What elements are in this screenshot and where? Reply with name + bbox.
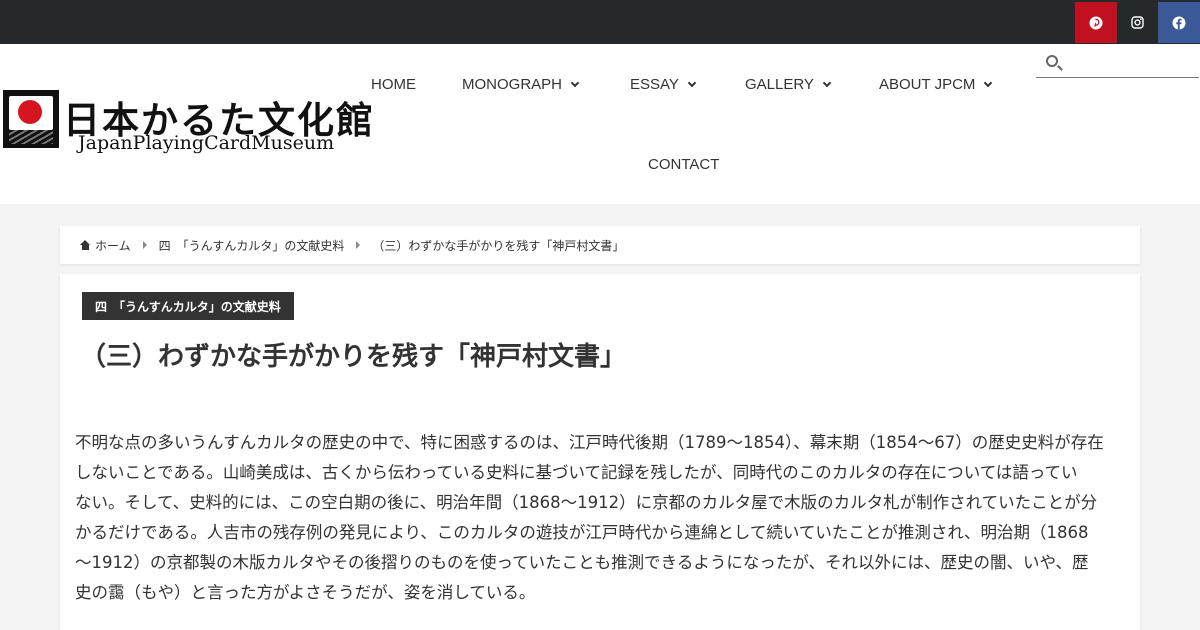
search-icon[interactable] bbox=[1046, 55, 1058, 67]
nav-monograph-label: MONOGRAPH bbox=[462, 76, 563, 93]
body-line: 史の靄（もや）と言った方がよさそうだが、姿を消している。 bbox=[75, 583, 536, 602]
nav-gallery-label: GALLERY bbox=[745, 76, 814, 93]
breadcrumb-category[interactable]: 四 「うんすんカルタ」の文献史料 bbox=[159, 237, 345, 254]
chevron-down-icon bbox=[570, 78, 580, 88]
nav-about-label: ABOUT JPCM bbox=[879, 76, 976, 93]
caret-right-icon bbox=[356, 241, 361, 249]
nav-about[interactable]: ABOUT JPCM bbox=[879, 76, 993, 93]
body-line: かるだけである。人吉市の残存例の発見により、このカルタの遊技が江戸時代から連綿と… bbox=[75, 523, 1089, 542]
chevron-down-icon bbox=[984, 78, 993, 88]
instagram-link[interactable] bbox=[1117, 2, 1158, 43]
page-title: （三）わずかな手がかりを残す「神戸村文書」 bbox=[80, 342, 627, 372]
article-body: 不明な点の多いうんすんカルタの歴史の中で、特に困惑するのは、江戸時代後期（178… bbox=[75, 428, 1125, 608]
nav-monograph[interactable]: MONOGRAPH bbox=[462, 76, 580, 93]
body-line: ない。そして、史料的には、この空白期の後に、明治年間（1868～1912）に京都… bbox=[75, 493, 1098, 512]
main-navigation: HOME MONOGRAPH ESSAY GALLERY ABOUT JPCM … bbox=[0, 44, 1200, 204]
nav-home-label: HOME bbox=[371, 76, 416, 93]
nav-home[interactable]: HOME bbox=[371, 76, 416, 93]
caret-right-icon bbox=[142, 241, 147, 249]
instagram-icon bbox=[1131, 16, 1144, 29]
category-badge[interactable]: 四 「うんすんカルタ」の文献史料 bbox=[82, 292, 294, 320]
pinterest-icon bbox=[1089, 16, 1103, 29]
breadcrumb-current: （三）わずかな手がかりを残す「神戸村文書」 bbox=[372, 238, 625, 253]
nav-contact-label: CONTACT bbox=[648, 156, 720, 173]
pinterest-link[interactable] bbox=[1075, 2, 1117, 43]
body-line: しないことである。山崎美成は、古くから伝わっている史料に基づいて記録を残したが、… bbox=[75, 463, 1078, 482]
top-bar bbox=[0, 0, 1200, 44]
nav-contact[interactable]: CONTACT bbox=[648, 156, 719, 173]
chevron-down-icon bbox=[687, 78, 697, 88]
nav-essay[interactable]: ESSAY bbox=[630, 76, 697, 93]
facebook-icon bbox=[1172, 16, 1186, 29]
search-box bbox=[1036, 48, 1199, 78]
nav-gallery[interactable]: GALLERY bbox=[745, 76, 832, 93]
facebook-link[interactable] bbox=[1158, 2, 1200, 43]
home-icon bbox=[80, 240, 91, 250]
chevron-down-icon bbox=[822, 78, 832, 88]
breadcrumb-home[interactable]: ホーム bbox=[95, 237, 131, 254]
nav-essay-label: ESSAY bbox=[630, 76, 679, 93]
breadcrumb: ホーム 四 「うんすんカルタ」の文献史料 （三）わずかな手がかりを残す「神戸村文… bbox=[60, 226, 1140, 264]
body-line: ～1912）の京都製の木版カルタやその後摺りのものを使っていたことも推測できるよ… bbox=[75, 553, 1089, 572]
body-line: 不明な点の多いうんすんカルタの歴史の中で、特に困惑するのは、江戸時代後期（178… bbox=[75, 433, 1104, 452]
article-card: 四 「うんすんカルタ」の文献史料 （三）わずかな手がかりを残す「神戸村文書」 不… bbox=[60, 274, 1140, 630]
search-input[interactable] bbox=[1066, 51, 1194, 75]
